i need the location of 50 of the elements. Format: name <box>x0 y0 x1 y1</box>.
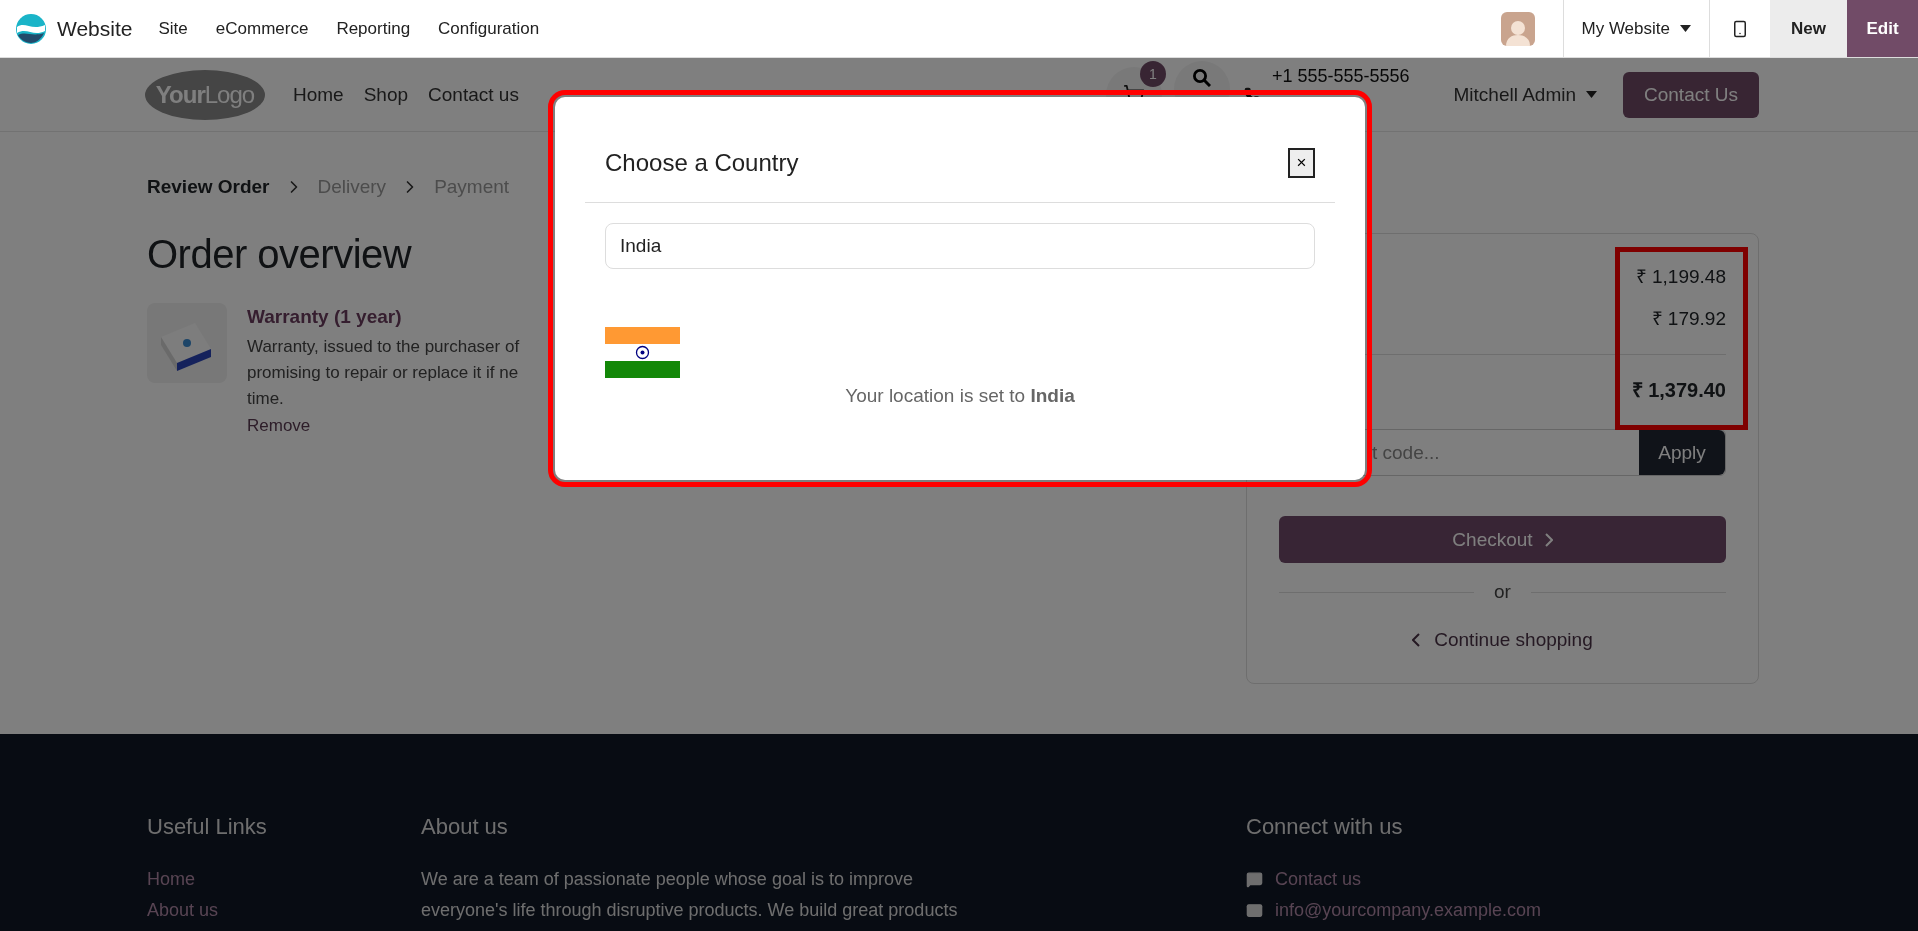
nav-link[interactable]: Shop <box>363 83 409 106</box>
menu-item[interactable]: Reporting <box>322 0 425 57</box>
footer-link[interactable]: Contact us <box>1246 864 1746 895</box>
smartphone-icon <box>1731 19 1749 38</box>
caret-icon <box>1680 25 1691 32</box>
amount: ₹ 1,199.48 <box>1635 265 1726 289</box>
chevron-right-icon <box>1544 532 1553 547</box>
search-icon <box>1192 68 1211 87</box>
checkout-button[interactable]: Checkout <box>1279 516 1726 563</box>
nav-link[interactable]: Contact us <box>428 83 519 106</box>
contact-us-button[interactable]: Contact Us <box>1623 71 1759 118</box>
menu-item[interactable]: eCommerce <box>201 0 323 57</box>
edit-button[interactable]: Edit <box>1847 0 1918 57</box>
footer-paragraph: We are a team of passionate people whose goal is to improve everyone's life through disruptive products. We build great products <box>421 868 959 922</box>
apply-button[interactable]: Apply <box>1639 430 1725 475</box>
envelope-icon <box>1246 902 1263 919</box>
avatar[interactable] <box>1500 11 1535 46</box>
chevron-left-icon <box>1412 633 1421 647</box>
total-amount: ₹ 1,379.40 <box>1631 377 1726 403</box>
footer-link[interactable]: Home <box>147 864 421 895</box>
footer-heading: Connect with us <box>1246 814 1404 840</box>
remove-link[interactable]: Remove <box>247 416 520 436</box>
location-message: Your location is set to India <box>844 384 1076 407</box>
product-name[interactable]: Warranty (1 year) <box>247 306 520 328</box>
footer-link[interactable]: info@yourcompany.example.com <box>1246 895 1746 926</box>
or-label: or <box>1494 581 1511 603</box>
page-title: Order overview <box>147 232 412 277</box>
continue-shopping-link[interactable]: Continue shopping <box>1412 629 1593 651</box>
checkout-step[interactable]: Review Order <box>147 176 270 198</box>
app-name[interactable]: Website <box>57 16 133 41</box>
website-selector[interactable]: My Website <box>1562 0 1710 57</box>
caret-icon <box>1586 91 1597 98</box>
country-search-field[interactable]: India <box>605 223 1315 269</box>
amount: ₹ 179.92 <box>1651 307 1726 331</box>
menu-item[interactable]: Configuration <box>424 0 554 57</box>
flag-icon <box>605 327 680 378</box>
phone-number[interactable]: +1 555-555-5556 <box>1271 66 1410 87</box>
new-button[interactable]: New <box>1770 0 1847 57</box>
close-button[interactable]: × <box>1288 147 1315 178</box>
footer-heading: Useful Links <box>147 814 268 840</box>
product-description: Warranty, issued to the purchaser of promising to repair or replace it if ne time. <box>247 336 520 410</box>
footer-link[interactable]: About us <box>147 895 421 926</box>
nav-link[interactable]: Home <box>293 83 344 106</box>
dialog-title: Choose a Country <box>605 148 799 177</box>
user-menu[interactable]: Mitchell Admin <box>1447 82 1603 107</box>
menu-item[interactable]: Site <box>144 0 202 57</box>
speech-bubble-icon <box>1246 871 1263 888</box>
app-logo-icon <box>15 12 47 45</box>
footer-heading: About us <box>421 814 509 840</box>
cart-count: 1 <box>1139 60 1166 87</box>
